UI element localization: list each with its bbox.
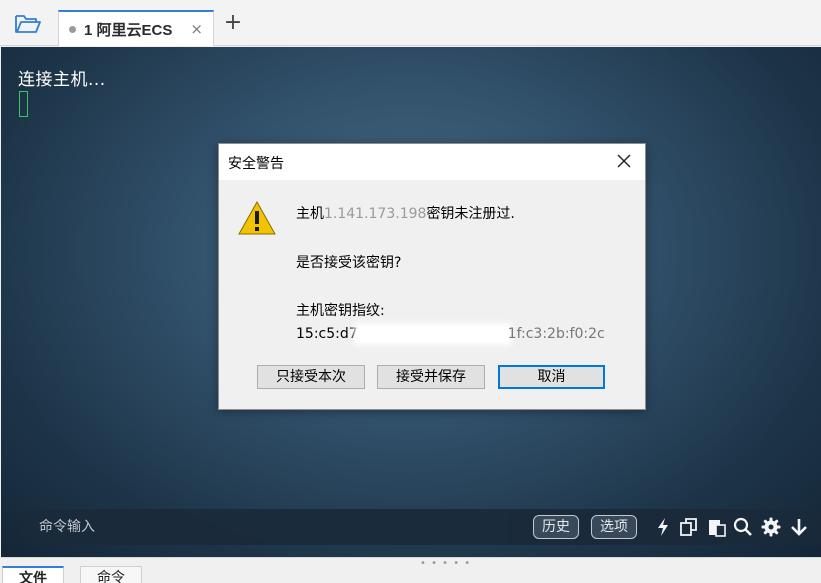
app-window: 1 阿里云ECS × + 连接主机... 历史 选项 bbox=[0, 0, 821, 583]
resize-grip[interactable]: • • • • • bbox=[420, 558, 471, 569]
security-warning-dialog: 安全警告 主机1.141.173.198密钥未注册过. 是否接受该密钥? 主机密… bbox=[218, 143, 646, 410]
gear-icon[interactable] bbox=[761, 516, 781, 538]
search-icon[interactable] bbox=[733, 516, 753, 538]
tab-status-dot bbox=[69, 25, 76, 33]
dialog-title: 安全警告 bbox=[228, 156, 284, 172]
bottom-panel-bar: • • • • • 文件 命令 bbox=[0, 557, 821, 583]
host-key-message: 主机1.141.173.198密钥未注册过. bbox=[296, 203, 515, 223]
paste-icon[interactable] bbox=[707, 516, 727, 538]
host-suffix: 密钥未注册过. bbox=[426, 206, 515, 222]
redaction-mark bbox=[357, 327, 508, 341]
close-icon bbox=[617, 154, 631, 168]
close-icon[interactable]: × bbox=[190, 20, 203, 38]
tab-commands[interactable]: 命令 bbox=[80, 566, 142, 583]
fingerprint-start: 15:c5:d7 bbox=[296, 326, 358, 342]
options-button[interactable]: 选项 bbox=[591, 515, 637, 539]
tab-aliyun-ecs[interactable]: 1 阿里云ECS × bbox=[58, 10, 214, 46]
fingerprint-end: 1f:c3:2b:f0:2c bbox=[507, 326, 605, 342]
folder-open-icon bbox=[15, 15, 41, 33]
warning-icon bbox=[237, 200, 277, 236]
terminal-status-text: 连接主机... bbox=[18, 70, 106, 90]
host-ip: 1.141.173.198 bbox=[324, 206, 427, 222]
arrow-down-icon[interactable] bbox=[789, 516, 809, 538]
tab-files[interactable]: 文件 bbox=[2, 566, 64, 583]
dialog-close-button[interactable] bbox=[615, 152, 633, 170]
command-bar: 历史 选项 bbox=[23, 509, 821, 545]
host-prefix: 主机 bbox=[296, 206, 324, 222]
accept-and-save-button[interactable]: 接受并保存 bbox=[377, 365, 485, 389]
add-tab-button[interactable]: + bbox=[222, 12, 244, 36]
cancel-button[interactable]: 取消 bbox=[498, 365, 605, 389]
dialog-title-bar: 安全警告 bbox=[219, 144, 645, 180]
copy-icon[interactable] bbox=[679, 516, 699, 538]
command-input[interactable] bbox=[39, 517, 519, 537]
terminal-cursor bbox=[19, 91, 28, 117]
tab-label: 1 阿里云ECS bbox=[84, 21, 173, 39]
accept-once-button[interactable]: 只接受本次 bbox=[257, 365, 365, 389]
fingerprint-value: 15:c5:d7 1f:c3:2b:f0:2c bbox=[296, 326, 605, 342]
fingerprint-label: 主机密钥指纹: bbox=[296, 303, 385, 319]
tab-bar: 1 阿里云ECS × + bbox=[0, 0, 821, 46]
open-folder-button[interactable] bbox=[10, 10, 46, 38]
history-button[interactable]: 历史 bbox=[533, 515, 579, 539]
accept-question: 是否接受该密钥? bbox=[296, 255, 402, 271]
lightning-icon[interactable] bbox=[653, 516, 673, 538]
